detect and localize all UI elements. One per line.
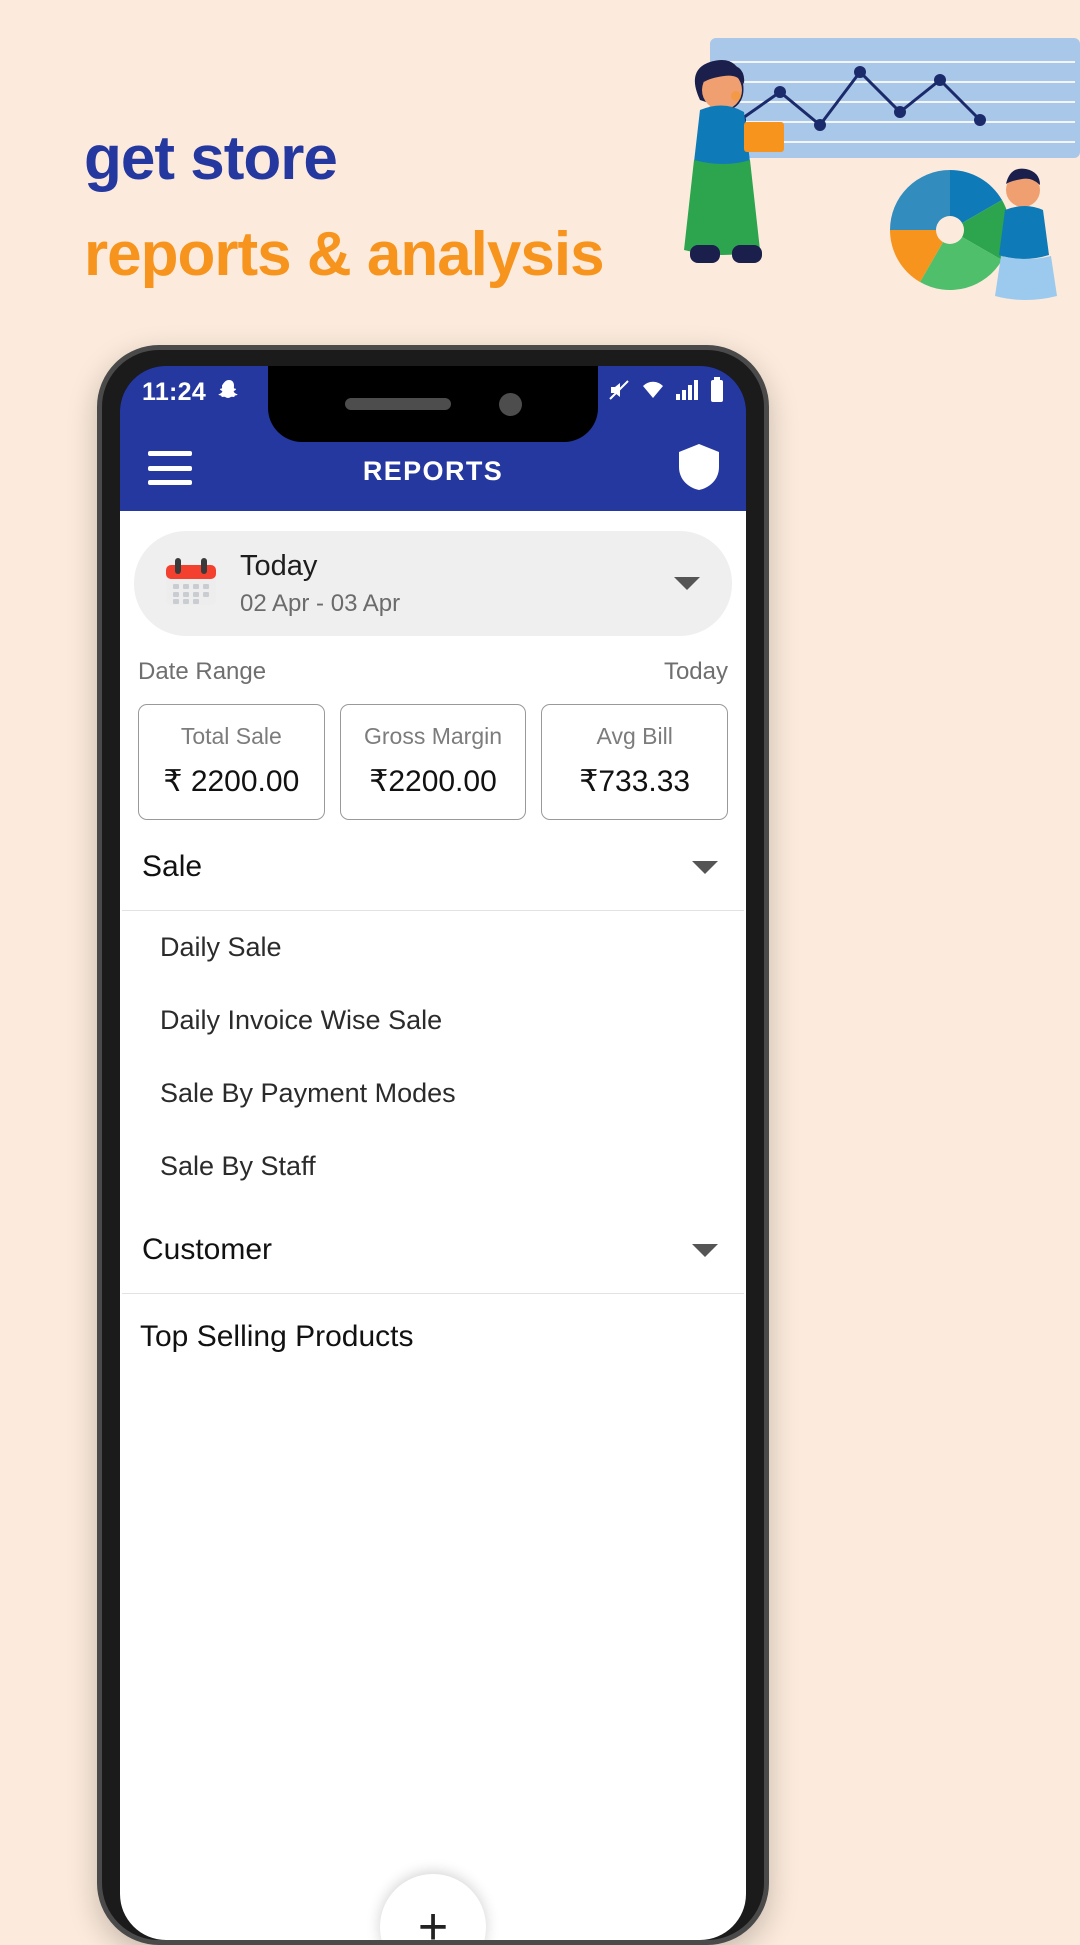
phone-notch	[268, 366, 598, 442]
hamburger-menu-icon[interactable]	[148, 451, 192, 485]
stat-card-avg-bill[interactable]: Avg Bill ₹733.33	[541, 704, 729, 820]
section-header-sale[interactable]: Sale	[122, 820, 744, 911]
section-header-customer[interactable]: Customer	[122, 1203, 744, 1294]
stat-card-total-sale[interactable]: Total Sale ₹ 2200.00	[138, 704, 325, 820]
stat-value: ₹2200.00	[369, 765, 497, 798]
stat-value: ₹733.33	[579, 765, 691, 798]
stat-label: Avg Bill	[596, 723, 673, 749]
chevron-down-icon[interactable]	[692, 860, 718, 874]
hero-line-2: reports & analysis	[84, 219, 605, 289]
list-item-sale-by-staff[interactable]: Sale By Staff	[120, 1130, 746, 1203]
date-range-subtitle: 02 Apr - 03 Apr	[240, 590, 401, 618]
stat-value: ₹ 2200.00	[163, 765, 300, 798]
stat-label: Total Sale	[180, 723, 282, 749]
chevron-down-icon[interactable]	[674, 577, 700, 590]
phone-screen: REPORTS 11:24 Today 02 Apr - 03 Apr Date…	[120, 366, 746, 1940]
section-title: Sale	[142, 850, 203, 883]
page-title: REPORTS	[362, 456, 504, 486]
earpiece-speaker	[344, 398, 451, 410]
date-range-label: Date Range	[138, 658, 267, 685]
phone-side-button	[97, 530, 102, 602]
hero-headline: get store reports & analysis	[84, 120, 704, 293]
date-range-picker[interactable]: Today 02 Apr - 03 Apr	[134, 531, 732, 636]
stat-label: Gross Margin	[363, 723, 503, 749]
date-range-value: Today	[663, 658, 728, 685]
list-item-daily-invoice-wise-sale[interactable]: Daily Invoice Wise Sale	[120, 984, 746, 1057]
front-camera	[498, 392, 522, 416]
stats-row: Total Sale ₹ 2200.00 Gross Margin ₹2200.…	[120, 686, 746, 820]
calendar-icon	[160, 553, 222, 615]
list-item-sale-by-payment-modes[interactable]: Sale By Payment Modes	[120, 1057, 746, 1130]
date-range-title: Today	[240, 549, 318, 582]
phone-volume-up-button	[97, 645, 102, 755]
reports-screen: Today 02 Apr - 03 Apr Date Range Today T…	[120, 511, 746, 1940]
phone-power-button	[764, 680, 769, 820]
date-range-row: Date Range Today	[120, 636, 746, 686]
list-item-daily-sale[interactable]: Daily Sale	[120, 911, 746, 984]
shield-icon[interactable]	[678, 443, 720, 491]
add-button[interactable]: +	[380, 1874, 486, 1940]
stat-card-gross-margin[interactable]: Gross Margin ₹2200.00	[339, 704, 527, 820]
phone-volume-down-button	[97, 775, 102, 885]
phone-mockup: REPORTS 11:24 Today 02 Apr - 03 Apr Date…	[97, 345, 769, 1945]
chevron-down-icon[interactable]	[692, 1243, 718, 1257]
person-with-charts-illustration	[650, 20, 1080, 320]
section-header-top-selling-products[interactable]: Top Selling Products	[120, 1294, 746, 1380]
section-title: Customer	[142, 1233, 273, 1266]
hero-line-1: get store	[84, 124, 338, 193]
